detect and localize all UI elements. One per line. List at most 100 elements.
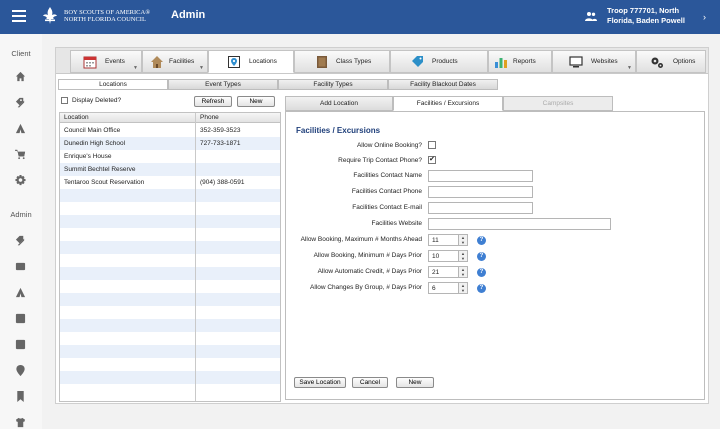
tab-label: Facilities xyxy=(169,58,195,65)
save-location-button[interactable]: Save Location xyxy=(294,377,346,388)
table-row[interactable]: Summit Bechtel Reserve xyxy=(60,163,280,176)
help-icon[interactable]: ? xyxy=(477,268,486,277)
remove-box-icon[interactable] xyxy=(14,338,27,351)
tab-products[interactable]: Products xyxy=(390,50,488,73)
empty-row xyxy=(60,293,280,306)
shirt-icon[interactable] xyxy=(14,416,27,429)
tab-events[interactable]: Events ▼ xyxy=(70,50,142,73)
subtab-locations[interactable]: Locations xyxy=(58,79,168,90)
tab-label: Events xyxy=(105,58,125,65)
max-months-label: Allow Booking, Maximum # Months Ahead xyxy=(300,236,422,243)
location-name: Council Main Office xyxy=(64,127,121,134)
tab-websites[interactable]: Websites ▼ xyxy=(552,50,636,73)
empty-row xyxy=(60,189,280,202)
facilities-excursions-form: Facilities / Excursions Allow Online Boo… xyxy=(285,111,705,400)
dropdown-arrow-icon[interactable]: ▼ xyxy=(133,65,138,71)
spinner-arrows[interactable]: ▲ ▼ xyxy=(458,235,467,245)
cancel-button[interactable]: Cancel xyxy=(352,377,388,388)
website-label: Facilities Website xyxy=(371,220,422,227)
tab-label: Reports xyxy=(513,58,536,65)
home-icon[interactable] xyxy=(14,70,27,83)
bookmark-icon[interactable] xyxy=(14,390,27,403)
tab-class-types[interactable]: Class Types xyxy=(294,50,390,73)
sidebar-client-label: Client xyxy=(11,49,31,58)
tags-icon[interactable] xyxy=(14,96,27,109)
empty-row xyxy=(60,241,280,254)
admin-tags-icon[interactable] xyxy=(14,234,27,247)
contact-email-label: Facilities Contact E-mail xyxy=(352,204,422,211)
dropdown-arrow-icon[interactable]: ▼ xyxy=(199,65,204,71)
display-deleted-checkbox[interactable] xyxy=(61,97,68,104)
main-panel: Events ▼ Facilities ▼ Locations Class Ty… xyxy=(55,47,709,404)
tab-facilities-excursions[interactable]: Facilities / Excursions xyxy=(393,96,503,111)
tab-campsites: Campsites xyxy=(503,96,613,111)
dropdown-arrow-icon[interactable]: ▼ xyxy=(627,65,632,71)
spinner-arrows[interactable]: ▲ ▼ xyxy=(458,283,467,293)
locations-table: Location Phone Council Main Office 352-3… xyxy=(59,112,281,402)
column-header-location[interactable]: Location xyxy=(64,114,89,121)
location-name: Summit Bechtel Reserve xyxy=(64,166,136,173)
empty-row xyxy=(60,371,280,384)
arrow-down-icon[interactable]: ▼ xyxy=(459,240,467,245)
settings-gear-icon[interactable] xyxy=(14,174,27,187)
ticket-icon[interactable] xyxy=(14,260,27,273)
refresh-button[interactable]: Refresh xyxy=(194,96,232,107)
arrow-down-icon[interactable]: ▼ xyxy=(459,288,467,293)
help-icon[interactable]: ? xyxy=(477,236,486,245)
column-header-phone[interactable]: Phone xyxy=(200,114,219,121)
user-account[interactable]: Troop 777701, North Florida, Baden Powel… xyxy=(607,6,685,26)
auto-credit-spinner[interactable]: 21 ▲ ▼ xyxy=(428,266,468,278)
location-phone: (904) 388-0591 xyxy=(200,179,245,186)
contact-name-label: Facilities Contact Name xyxy=(353,172,422,179)
location-pin-icon[interactable] xyxy=(14,364,27,377)
min-days-spinner[interactable]: 10 ▲ ▼ xyxy=(428,250,468,262)
max-months-spinner[interactable]: 11 ▲ ▼ xyxy=(428,234,468,246)
tab-label: Products xyxy=(432,58,458,65)
min-days-label: Allow Booking, Minimum # Days Prior xyxy=(313,252,422,259)
help-icon[interactable]: ? xyxy=(477,284,486,293)
admin-tent-icon[interactable] xyxy=(14,286,27,299)
tab-add-location[interactable]: Add Location xyxy=(285,96,393,111)
tab-reports[interactable]: Reports xyxy=(488,50,552,73)
location-detail-pane: Add Location Facilities / Excursions Cam… xyxy=(285,94,705,400)
tab-label: Locations xyxy=(249,58,277,65)
contact-email-input[interactable] xyxy=(428,202,533,214)
arrow-down-icon[interactable]: ▼ xyxy=(459,272,467,277)
website-input[interactable] xyxy=(428,218,611,230)
tab-facilities[interactable]: Facilities ▼ xyxy=(142,50,208,73)
tent-icon[interactable] xyxy=(14,122,27,135)
image-icon[interactable] xyxy=(14,312,27,325)
allow-online-booking-checkbox[interactable] xyxy=(428,141,436,149)
location-name: Dunedin High School xyxy=(64,140,126,147)
help-icon[interactable]: ? xyxy=(477,252,486,261)
table-row[interactable]: Council Main Office 352-359-3523 xyxy=(60,124,280,137)
spinner-value: 21 xyxy=(432,269,440,276)
new-button[interactable]: New xyxy=(396,377,434,388)
changes-by-group-spinner[interactable]: 6 ▲ ▼ xyxy=(428,282,468,294)
spinner-arrows[interactable]: ▲ ▼ xyxy=(458,251,467,261)
new-location-button[interactable]: New xyxy=(237,96,275,107)
table-row[interactable]: Enrique's House xyxy=(60,150,280,163)
subtab-event-types[interactable]: Event Types xyxy=(168,79,278,90)
empty-row xyxy=(60,319,280,332)
spinner-value: 10 xyxy=(432,253,440,260)
contact-name-input[interactable] xyxy=(428,170,533,182)
chevron-right-icon[interactable]: › xyxy=(703,12,706,22)
cart-icon[interactable] xyxy=(14,148,27,161)
require-trip-contact-checkbox[interactable]: ✔ xyxy=(428,156,436,164)
spinner-arrows[interactable]: ▲ ▼ xyxy=(458,267,467,277)
display-deleted-toggle[interactable]: Display Deleted? xyxy=(61,97,121,104)
tab-locations[interactable]: Locations xyxy=(208,50,294,73)
require-trip-contact-label: Require Trip Contact Phone? xyxy=(338,157,422,164)
subtab-facility-types[interactable]: Facility Types xyxy=(278,79,388,90)
location-name: Tentaroo Scout Reservation xyxy=(64,179,145,186)
table-row[interactable]: Dunedin High School 727-733-1871 xyxy=(60,137,280,150)
subtab-facility-blackout-dates[interactable]: Facility Blackout Dates xyxy=(388,79,498,90)
contact-phone-input[interactable] xyxy=(428,186,533,198)
tab-options[interactable]: Options xyxy=(636,50,706,73)
menu-icon[interactable] xyxy=(12,10,26,22)
auto-credit-label: Allow Automatic Credit, # Days Prior xyxy=(317,268,422,275)
display-deleted-label: Display Deleted? xyxy=(71,97,122,104)
arrow-down-icon[interactable]: ▼ xyxy=(459,256,467,261)
table-row[interactable]: Tentaroo Scout Reservation (904) 388-059… xyxy=(60,176,280,189)
